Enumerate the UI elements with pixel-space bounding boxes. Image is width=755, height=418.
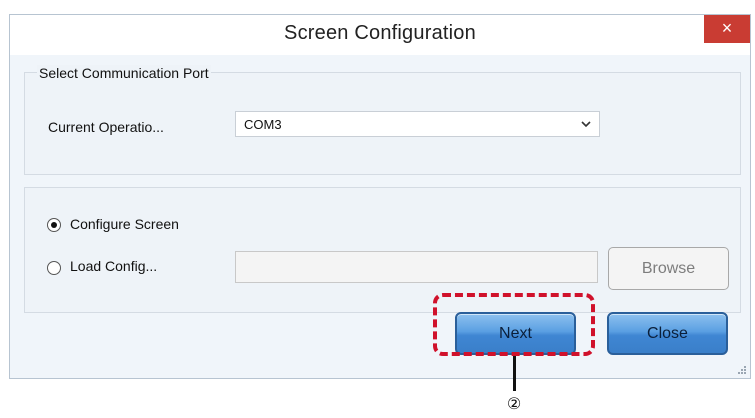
next-button-highlight: [433, 293, 595, 356]
port-select-value: COM3: [244, 117, 282, 132]
close-button[interactable]: Close: [607, 312, 728, 355]
callout-leader-line: [513, 356, 516, 391]
load-config-label[interactable]: Load Config...: [70, 258, 157, 274]
mode-group: Configure Screen Load Config... Browse: [24, 187, 741, 313]
chevron-down-icon: [581, 121, 591, 128]
configure-screen-label[interactable]: Configure Screen: [70, 216, 179, 232]
port-group-title: Select Communication Port: [37, 65, 211, 81]
callout-number: ②: [506, 396, 522, 413]
configure-screen-radio[interactable]: [47, 218, 61, 232]
close-icon[interactable]: ×: [704, 15, 750, 43]
port-group: Select Communication Port Current Operat…: [24, 65, 741, 175]
resize-grip-icon[interactable]: [737, 365, 747, 375]
screen-configuration-dialog: Screen Configuration × Select Communicat…: [9, 14, 751, 379]
load-config-radio[interactable]: [47, 261, 61, 275]
browse-button[interactable]: Browse: [608, 247, 729, 290]
current-operation-label: Current Operatio...: [48, 119, 164, 135]
title-bar: Screen Configuration ×: [10, 15, 750, 55]
config-path-field: [235, 251, 598, 283]
port-select[interactable]: COM3: [235, 111, 600, 137]
dialog-title: Screen Configuration: [284, 22, 476, 44]
